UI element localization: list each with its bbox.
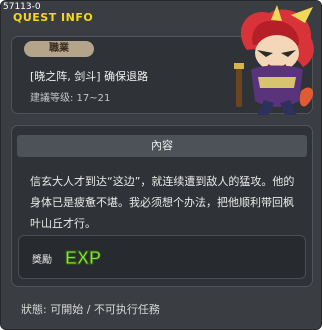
window-title: QUEST INFO — [13, 11, 94, 24]
reward-box: 獎勵 EXP — [18, 235, 306, 279]
recommended-level: 建議等级: 17~21 — [30, 93, 111, 104]
exp-icon: EXP — [65, 248, 102, 269]
quest-name: [晓之阵, 剑斗] 确保退路 — [30, 70, 149, 83]
reward-label: 獎勵 — [32, 255, 52, 266]
quest-status: 狀態: 可開始 / 不可执行任務 — [21, 303, 160, 316]
quest-description: 信玄大人才到达“这边”，就连续遭到敌人的猛攻。他的身体已是疲惫不堪。我必须想个办… — [30, 175, 295, 230]
exp-text: EXP — [65, 248, 101, 268]
job-badge: 職業 — [24, 41, 94, 57]
samurai-warrior-icon — [234, 5, 314, 115]
quest-info-window: 57113-0 QUEST INFO 職業 [晓之阵, 剑斗] 确保退路 建議等… — [0, 0, 322, 330]
content-panel: 內容 信玄大人才到达“这边”，就连续遭到敌人的猛攻。他的身体已是疲惫不堪。我必须… — [11, 125, 313, 287]
content-header: 內容 — [17, 135, 307, 157]
